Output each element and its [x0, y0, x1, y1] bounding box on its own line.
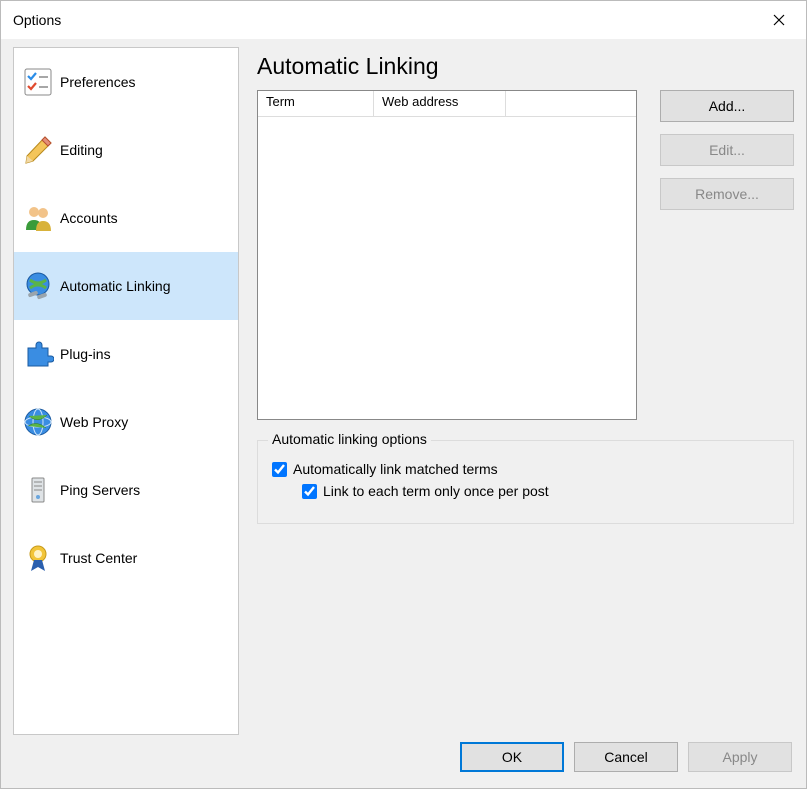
once-per-post-checkbox[interactable] — [302, 484, 317, 499]
sidebar-item-label: Preferences — [60, 74, 238, 90]
column-header-term[interactable]: Term — [258, 91, 374, 116]
close-button[interactable] — [752, 1, 806, 39]
globe-icon — [20, 404, 56, 440]
once-per-post-checkbox-row[interactable]: Link to each term only once per post — [302, 483, 779, 499]
sidebar-item-label: Automatic Linking — [60, 278, 238, 294]
dialog-footer: OK Cancel Apply — [1, 741, 806, 783]
pencil-icon — [20, 132, 56, 168]
page-heading: Automatic Linking — [257, 53, 794, 80]
sidebar-item-plugins[interactable]: Plug-ins — [14, 320, 238, 388]
sidebar-item-trust-center[interactable]: Trust Center — [14, 524, 238, 592]
globe-link-icon — [20, 268, 56, 304]
auto-link-checkbox[interactable] — [272, 462, 287, 477]
sidebar-item-editing[interactable]: Editing — [14, 116, 238, 184]
sidebar-item-label: Accounts — [60, 210, 238, 226]
sidebar-item-web-proxy[interactable]: Web Proxy — [14, 388, 238, 456]
server-icon — [20, 472, 56, 508]
sidebar-item-label: Editing — [60, 142, 238, 158]
cancel-button[interactable]: Cancel — [574, 742, 678, 772]
close-icon — [773, 14, 785, 26]
sidebar-item-preferences[interactable]: Preferences — [14, 48, 238, 116]
sidebar-item-accounts[interactable]: Accounts — [14, 184, 238, 252]
users-icon — [20, 200, 56, 236]
terms-table[interactable]: Term Web address — [257, 90, 637, 420]
auto-link-label: Automatically link matched terms — [293, 461, 498, 477]
column-header-webaddress[interactable]: Web address — [374, 91, 506, 116]
sidebar: Preferences Editing Accounts Automatic L… — [13, 47, 239, 735]
sidebar-item-label: Plug-ins — [60, 346, 238, 362]
apply-button: Apply — [688, 742, 792, 772]
sidebar-item-ping-servers[interactable]: Ping Servers — [14, 456, 238, 524]
sidebar-item-label: Trust Center — [60, 550, 238, 566]
ok-button[interactable]: OK — [460, 742, 564, 772]
column-header-blank — [506, 91, 636, 116]
sidebar-item-label: Ping Servers — [60, 482, 238, 498]
ribbon-icon — [20, 540, 56, 576]
content-panel: Automatic Linking Term Web address Add..… — [239, 47, 794, 735]
edit-button: Edit... — [660, 134, 794, 166]
puzzle-icon — [20, 336, 56, 372]
add-button[interactable]: Add... — [660, 90, 794, 122]
auto-link-checkbox-row[interactable]: Automatically link matched terms — [272, 461, 779, 477]
table-header-row: Term Web address — [258, 91, 636, 117]
title-bar: Options — [1, 1, 806, 39]
sidebar-item-automatic-linking[interactable]: Automatic Linking — [14, 252, 238, 320]
preferences-icon — [20, 64, 56, 100]
once-per-post-label: Link to each term only once per post — [323, 483, 549, 499]
sidebar-item-label: Web Proxy — [60, 414, 238, 430]
automatic-linking-options-group: Automatic linking options Automatically … — [257, 440, 794, 524]
remove-button: Remove... — [660, 178, 794, 210]
main-area: Preferences Editing Accounts Automatic L… — [1, 39, 806, 741]
group-legend: Automatic linking options — [268, 431, 431, 447]
window-title: Options — [13, 12, 752, 28]
